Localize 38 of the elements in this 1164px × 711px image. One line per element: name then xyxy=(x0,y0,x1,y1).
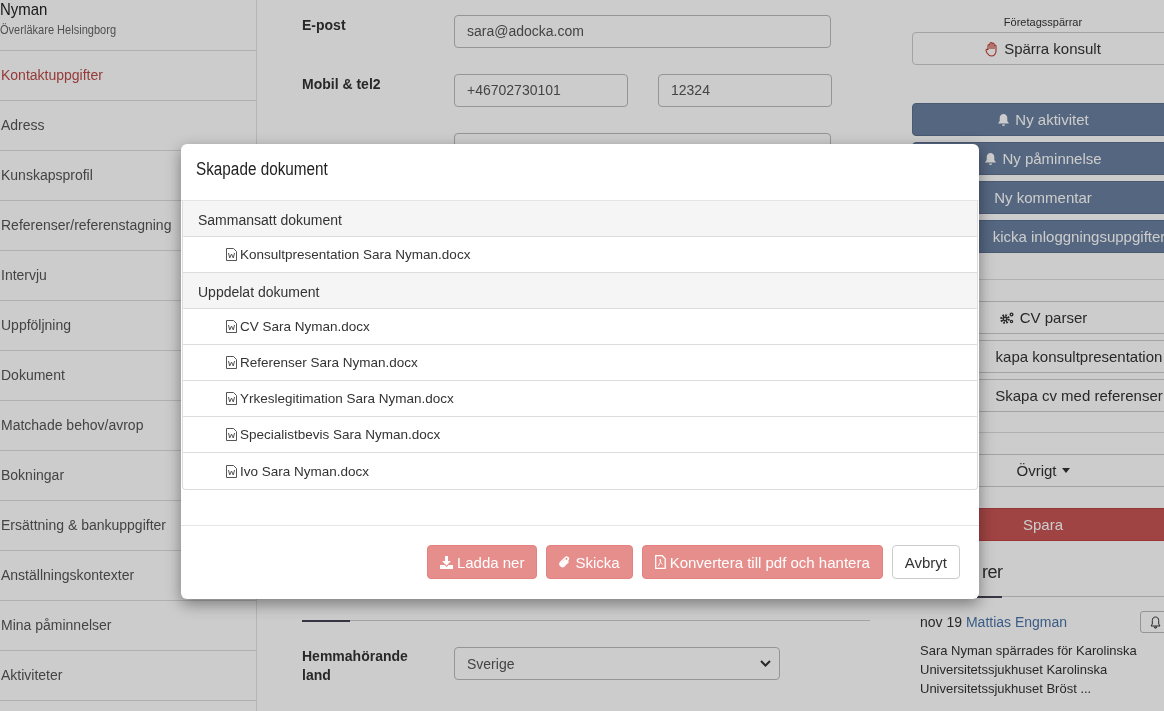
action-button[interactable]: Spärra konsult xyxy=(912,32,1164,65)
field-label: Hemmahörande land xyxy=(302,647,409,685)
group-header: Sammansatt dokument xyxy=(183,201,977,237)
gears-icon xyxy=(998,310,1015,325)
bell-icon xyxy=(984,151,998,166)
block-count-label: Företagsspärrar xyxy=(1003,16,1083,28)
cancel-button[interactable]: Avbryt xyxy=(891,545,960,579)
chevron-down-icon xyxy=(760,660,771,667)
bell-icon xyxy=(1149,615,1161,629)
hand-icon xyxy=(985,40,1000,57)
author-link[interactable]: Mattias Engman xyxy=(965,614,1068,630)
word-document-icon xyxy=(226,392,237,405)
word-document-icon xyxy=(226,248,237,261)
input-field[interactable]: +46702730101 xyxy=(454,74,628,107)
country-select[interactable]: Sverige xyxy=(454,647,780,680)
pdf-file-icon xyxy=(654,555,666,569)
comment-date: nov 19 xyxy=(920,614,963,630)
field-label: Mobil & tel2 xyxy=(302,75,382,92)
action-button[interactable]: Ny aktivitet xyxy=(912,103,1164,136)
reminder-button[interactable] xyxy=(1140,611,1164,633)
input-field[interactable]: sara@adocka.com xyxy=(454,15,831,48)
word-document-icon xyxy=(226,320,237,333)
download-icon xyxy=(439,555,453,569)
consultant-name: Nyman xyxy=(0,0,49,20)
input-field[interactable]: 12324 xyxy=(658,74,832,107)
caret-icon xyxy=(1061,468,1070,473)
paperclip-icon xyxy=(559,555,572,569)
consultant-title: Överläkare Helsingborg xyxy=(0,22,118,37)
sidebar-item[interactable]: Aktiviteter xyxy=(0,651,256,701)
bell-icon xyxy=(997,112,1011,127)
sidebar-item[interactable]: Mina påminnelser xyxy=(0,601,256,651)
word-document-icon xyxy=(226,464,237,478)
group-header: Uppdelat dokument xyxy=(183,273,977,309)
word-document-icon xyxy=(226,428,237,441)
comment-text: Sara Nyman spärrades för Karolinska Universitetssjukhuset Karolinska Universitetssjukhuset Bröst ... xyxy=(920,642,1138,698)
comments-heading: rer xyxy=(982,562,1003,582)
field-label: E-post xyxy=(302,16,347,33)
word-document-icon xyxy=(226,356,237,369)
